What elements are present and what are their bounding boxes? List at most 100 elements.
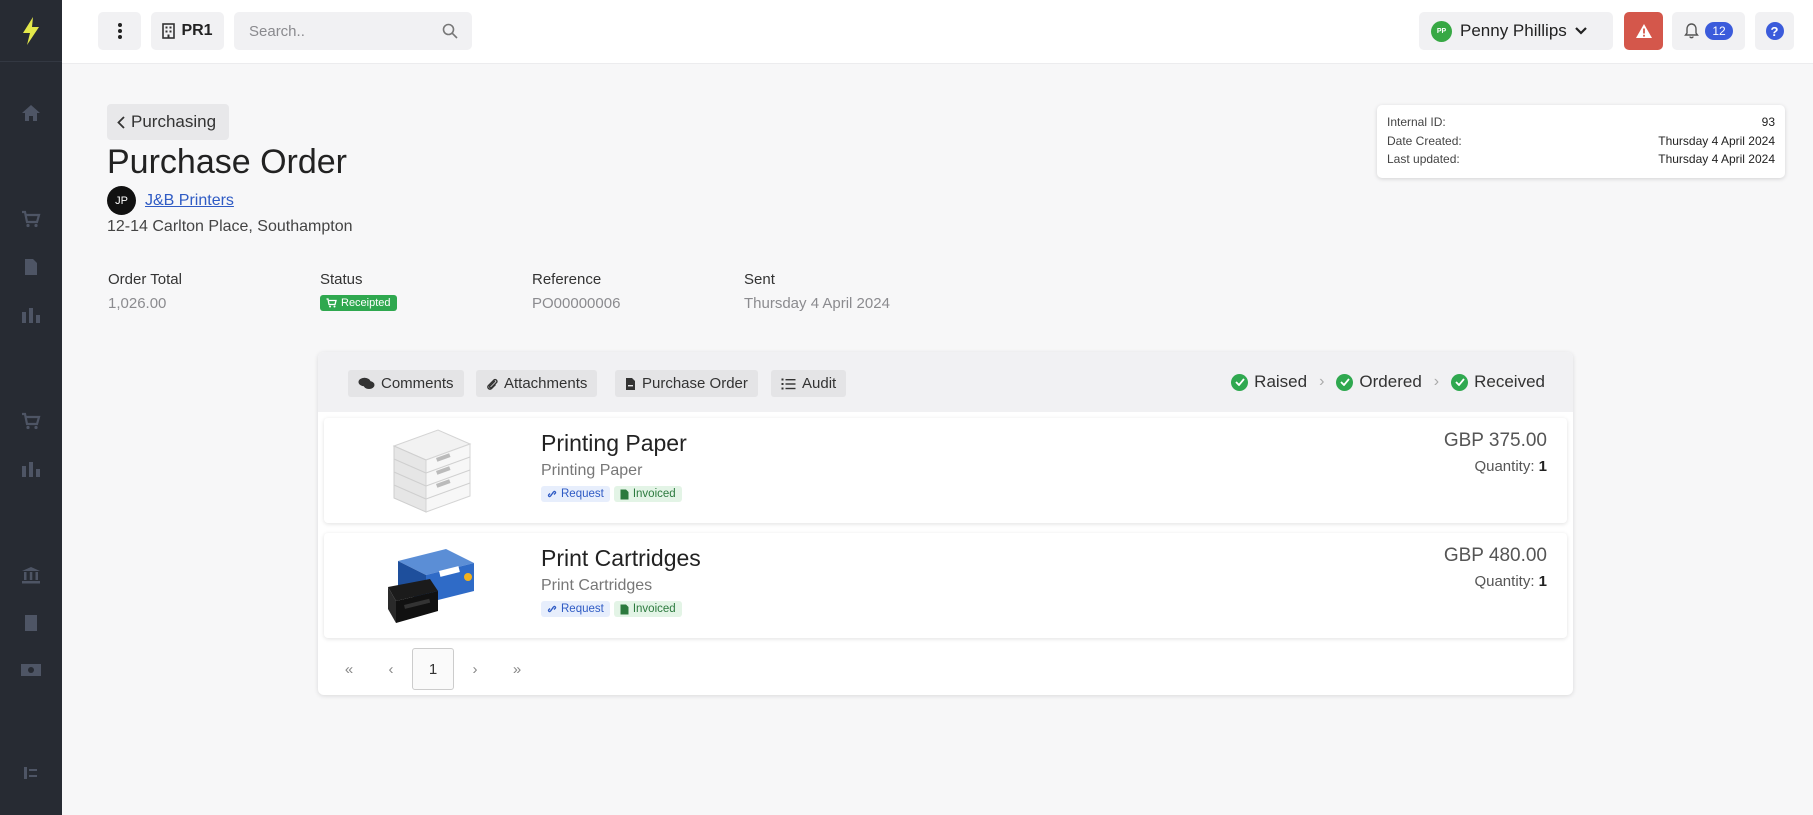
item-description: Printing Paper <box>541 462 643 479</box>
tab-purchase-order[interactable]: Purchase Order <box>615 370 758 397</box>
tab-comments[interactable]: Comments <box>348 370 464 397</box>
help-icon: ? <box>1765 22 1784 40</box>
bar-chart-icon-2[interactable] <box>0 460 62 478</box>
item-badges: Request Invoiced <box>541 486 682 502</box>
invoice-file-icon <box>620 604 629 614</box>
company-switcher-button[interactable]: PR1 <box>151 12 224 50</box>
bar-chart-icon[interactable] <box>0 306 62 324</box>
search-icon[interactable] <box>442 23 458 39</box>
stage-raised: Raised <box>1231 372 1307 392</box>
stage-ordered: Ordered <box>1336 372 1422 392</box>
link-icon <box>547 605 557 613</box>
warning-icon <box>1635 24 1652 38</box>
request-label: Request <box>561 488 604 500</box>
order-total-field: Order Total 1,026.00 <box>108 271 182 312</box>
chevron-left-icon <box>117 115 125 129</box>
user-menu-button[interactable]: PP Penny Phillips <box>1419 12 1613 50</box>
order-items-panel: Comments Attachments Purchase Order Audi… <box>318 352 1573 695</box>
status-label: Status <box>320 271 363 288</box>
panel-toolbar: Comments Attachments Purchase Order Audi… <box>318 352 1573 412</box>
search-box <box>234 12 472 50</box>
supplier-avatar: JP <box>107 186 136 215</box>
order-progress-stages: Raised › Ordered › Received <box>1231 372 1545 392</box>
internal-id-row: Internal ID: 93 <box>1387 113 1775 132</box>
money-icon[interactable] <box>0 662 62 678</box>
sent-label: Sent <box>744 271 775 288</box>
quantity-value: 1 <box>1538 573 1547 590</box>
sidebar <box>0 0 62 815</box>
paperclip-icon <box>487 378 498 390</box>
request-link-badge[interactable]: Request <box>541 601 610 617</box>
chevron-right-icon: › <box>1433 373 1440 390</box>
chevron-right-icon: › <box>1319 373 1325 390</box>
invoice-file-icon <box>620 489 629 499</box>
item-quantity: Quantity: 1 <box>1474 573 1547 590</box>
pager-first-button[interactable]: « <box>328 648 370 690</box>
notifications-button[interactable]: 12 <box>1672 12 1745 50</box>
user-avatar: PP <box>1431 20 1452 42</box>
topbar: PR1 PP Penny Phillips 12 ? <box>62 0 1813 64</box>
quantity-value: 1 <box>1538 458 1547 475</box>
line-item[interactable]: Printing Paper Printing Paper Request In… <box>324 418 1567 523</box>
order-total-value: 1,026.00 <box>108 295 167 312</box>
bank-icon[interactable] <box>0 566 62 584</box>
pager-page-1[interactable]: 1 <box>412 648 454 690</box>
tab-audit[interactable]: Audit <box>771 370 847 397</box>
quantity-label: Quantity: <box>1474 458 1535 475</box>
item-name: Printing Paper <box>541 430 687 456</box>
more-menu-button[interactable] <box>98 12 141 50</box>
record-info-card: Internal ID: 93 Date Created: Thursday 4… <box>1377 105 1785 178</box>
pager-last-button[interactable]: » <box>496 648 538 690</box>
help-button[interactable]: ? <box>1755 12 1794 50</box>
tab-comments-label: Comments <box>381 375 454 392</box>
tab-attachments-label: Attachments <box>504 375 588 392</box>
quantity-label: Quantity: <box>1474 573 1535 590</box>
document-icon[interactable] <box>0 258 62 276</box>
item-badges: Request Invoiced <box>541 601 682 617</box>
tab-audit-label: Audit <box>802 375 837 392</box>
date-created-label: Date Created: <box>1387 133 1462 148</box>
invoiced-label: Invoiced <box>632 603 676 615</box>
toner-cartridge-image <box>388 549 474 623</box>
status-badge: Receipted <box>320 295 397 311</box>
invoiced-label: Invoiced <box>632 488 676 500</box>
pager-next-button[interactable]: › <box>454 648 496 690</box>
date-created-value: Thursday 4 April 2024 <box>1658 133 1775 148</box>
back-to-purchasing-button[interactable]: Purchasing <box>107 104 230 140</box>
status-text: Receipted <box>341 297 391 309</box>
lightning-bolt-icon <box>23 16 39 45</box>
cart-icon[interactable] <box>0 210 62 228</box>
app-logo[interactable] <box>0 0 62 62</box>
back-label: Purchasing <box>131 112 217 131</box>
kebab-icon <box>117 23 122 39</box>
internal-id-value: 93 <box>1761 115 1775 130</box>
line-item[interactable]: Print Cartridges Print Cartridges Reques… <box>324 533 1567 638</box>
reference-value: PO00000006 <box>532 295 621 312</box>
chevron-down-icon <box>1575 27 1587 35</box>
internal-id-label: Internal ID: <box>1387 115 1446 130</box>
last-updated-value: Thursday 4 April 2024 <box>1658 152 1775 167</box>
supplier-address: 12-14 Carlton Place, Southampton <box>107 218 353 235</box>
list-icon[interactable] <box>0 766 62 780</box>
pager-prev-button[interactable]: ‹ <box>370 648 412 690</box>
request-link-badge[interactable]: Request <box>541 486 610 502</box>
supplier-row: JP J&B Printers <box>107 186 234 215</box>
item-quantity: Quantity: 1 <box>1474 458 1547 475</box>
reference-field: Reference PO00000006 <box>532 271 620 312</box>
cart-check-icon <box>326 298 337 308</box>
item-price: GBP 375.00 <box>1443 430 1547 451</box>
supplier-link[interactable]: J&B Printers <box>145 192 234 210</box>
home-icon[interactable] <box>0 104 62 122</box>
notification-count-badge: 12 <box>1705 22 1733 40</box>
date-created-row: Date Created: Thursday 4 April 2024 <box>1387 132 1775 151</box>
receipt-icon[interactable] <box>0 614 62 632</box>
sent-value: Thursday 4 April 2024 <box>744 295 890 312</box>
pdf-file-icon <box>626 377 635 390</box>
tab-attachments[interactable]: Attachments <box>476 370 598 397</box>
stage-received: Received <box>1451 372 1545 392</box>
alert-button[interactable] <box>1624 12 1663 50</box>
invoiced-badge: Invoiced <box>613 486 682 502</box>
cart-icon-2[interactable] <box>0 412 62 430</box>
stage-received-label: Received <box>1474 372 1545 391</box>
search-input[interactable] <box>249 22 429 40</box>
